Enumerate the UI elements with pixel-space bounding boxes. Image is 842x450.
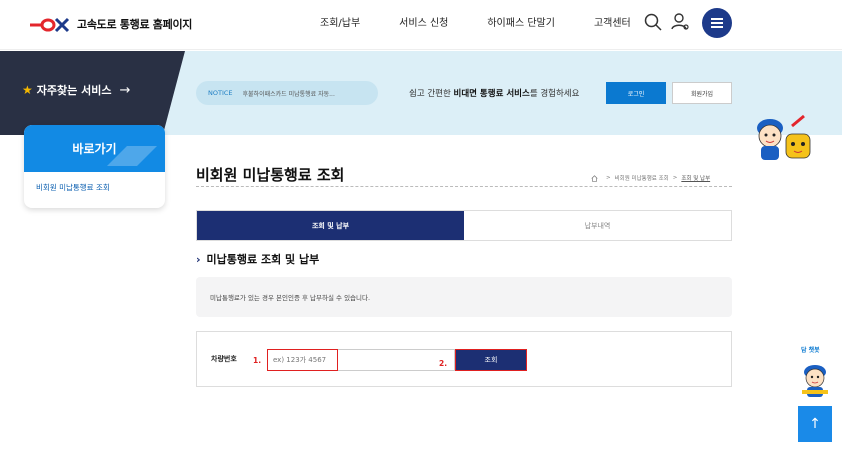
notice-text: 후불하이패스카드 미납통행료 자동... — [242, 90, 335, 98]
page-title: 비회원 미납통행료 조회 — [196, 166, 345, 184]
chevron-right-icon: › — [196, 252, 201, 266]
tab-bar: 조회 및 납부 납부내역 — [196, 210, 732, 241]
banner-message-pre: 쉽고 간편한 — [409, 89, 454, 99]
arrow-right-icon: → — [119, 82, 131, 98]
step-2-marker: 2. — [439, 359, 448, 368]
breadcrumb-item-nonmember[interactable]: 비회원 미납통행료 조회 — [615, 174, 669, 182]
banner-message-post: 를 경험하세요 — [529, 89, 580, 99]
section-title-text: 미납통행료 조회 및 납부 — [206, 253, 320, 266]
site-logo[interactable]: 고속도로 통행료 홈페이지 — [28, 13, 192, 35]
search-icon[interactable] — [643, 12, 663, 32]
user-icon[interactable] — [670, 12, 690, 32]
chatbot-label[interactable]: 담 챗봇 — [801, 345, 820, 354]
banner-message: 쉽고 간편한 비대면 통행료 서비스를 경험하세요 — [409, 87, 579, 99]
mascot-pair-icon — [757, 114, 811, 160]
shortcut-header: 바로가기 — [24, 125, 165, 172]
site-logo-text: 고속도로 통행료 홈페이지 — [77, 18, 193, 31]
vehicle-number-input[interactable] — [267, 349, 455, 371]
banner-message-bold: 비대면 통행료 서비스 — [453, 89, 530, 99]
ex-logo-icon — [30, 17, 70, 33]
title-divider — [196, 186, 732, 187]
tab-payment-history[interactable]: 납부내역 — [464, 211, 731, 240]
star-icon: ★ — [22, 83, 33, 97]
breadcrumb-item-current[interactable]: 조회 및 납부 — [681, 174, 710, 182]
favorites-label: 자주찾는 서비스 — [36, 84, 112, 97]
menu-button[interactable] — [702, 8, 732, 38]
tab-inquiry-payment[interactable]: 조회 및 납부 — [197, 211, 464, 240]
breadcrumb: > 비회원 미납통행료 조회 > 조회 및 납부 — [591, 174, 710, 182]
nav-item-inquiry-payment[interactable]: 조회/납부 — [320, 14, 360, 29]
nav-item-customer-center[interactable]: 고객센터 — [594, 14, 631, 29]
road-decoration-icon — [107, 146, 157, 166]
nav-item-hipass-device[interactable]: 하이패스 단말기 — [487, 14, 555, 29]
favorites-button[interactable]: ★ 자주찾는 서비스 → — [22, 82, 130, 98]
vehicle-number-label: 차량번호 — [211, 355, 237, 363]
info-notice: 미납통행료가 있는 경우 본인인증 후 납부하실 수 있습니다. — [196, 277, 732, 317]
hamburger-icon — [711, 22, 723, 24]
breadcrumb-separator: > — [606, 175, 611, 181]
breadcrumb-separator: > — [672, 175, 678, 181]
signup-button[interactable]: 회원가입 — [672, 82, 732, 104]
notice-tag: NOTICE — [208, 89, 233, 97]
scroll-top-button[interactable]: ↑ — [798, 406, 832, 442]
notice-ticker[interactable]: NOTICE 후불하이패스카드 미납통행료 자동... — [196, 81, 378, 105]
site-header: 고속도로 통행료 홈페이지 조회/납부 서비스 신청 하이패스 단말기 고객센터 — [0, 0, 842, 50]
arrow-up-icon: ↑ — [809, 416, 821, 432]
home-icon[interactable] — [591, 174, 598, 182]
main-nav: 조회/납부 서비스 신청 하이패스 단말기 고객센터 — [320, 14, 670, 29]
search-form: 차량번호 1. 2. 조회 — [196, 331, 732, 387]
shortcut-link-nonmember-unpaid[interactable]: 비회원 미납통행료 조회 — [24, 172, 165, 193]
nav-item-service-apply[interactable]: 서비스 신청 — [399, 14, 448, 29]
login-button[interactable]: 로그인 — [606, 82, 666, 104]
search-button[interactable]: 조회 — [455, 349, 527, 371]
section-title: › 미납통행료 조회 및 납부 — [196, 251, 319, 267]
shortcut-card: 바로가기 비회원 미납통행료 조회 — [24, 125, 165, 208]
step-1-marker: 1. — [253, 356, 262, 365]
chatbot-mascot-icon[interactable] — [800, 362, 830, 398]
